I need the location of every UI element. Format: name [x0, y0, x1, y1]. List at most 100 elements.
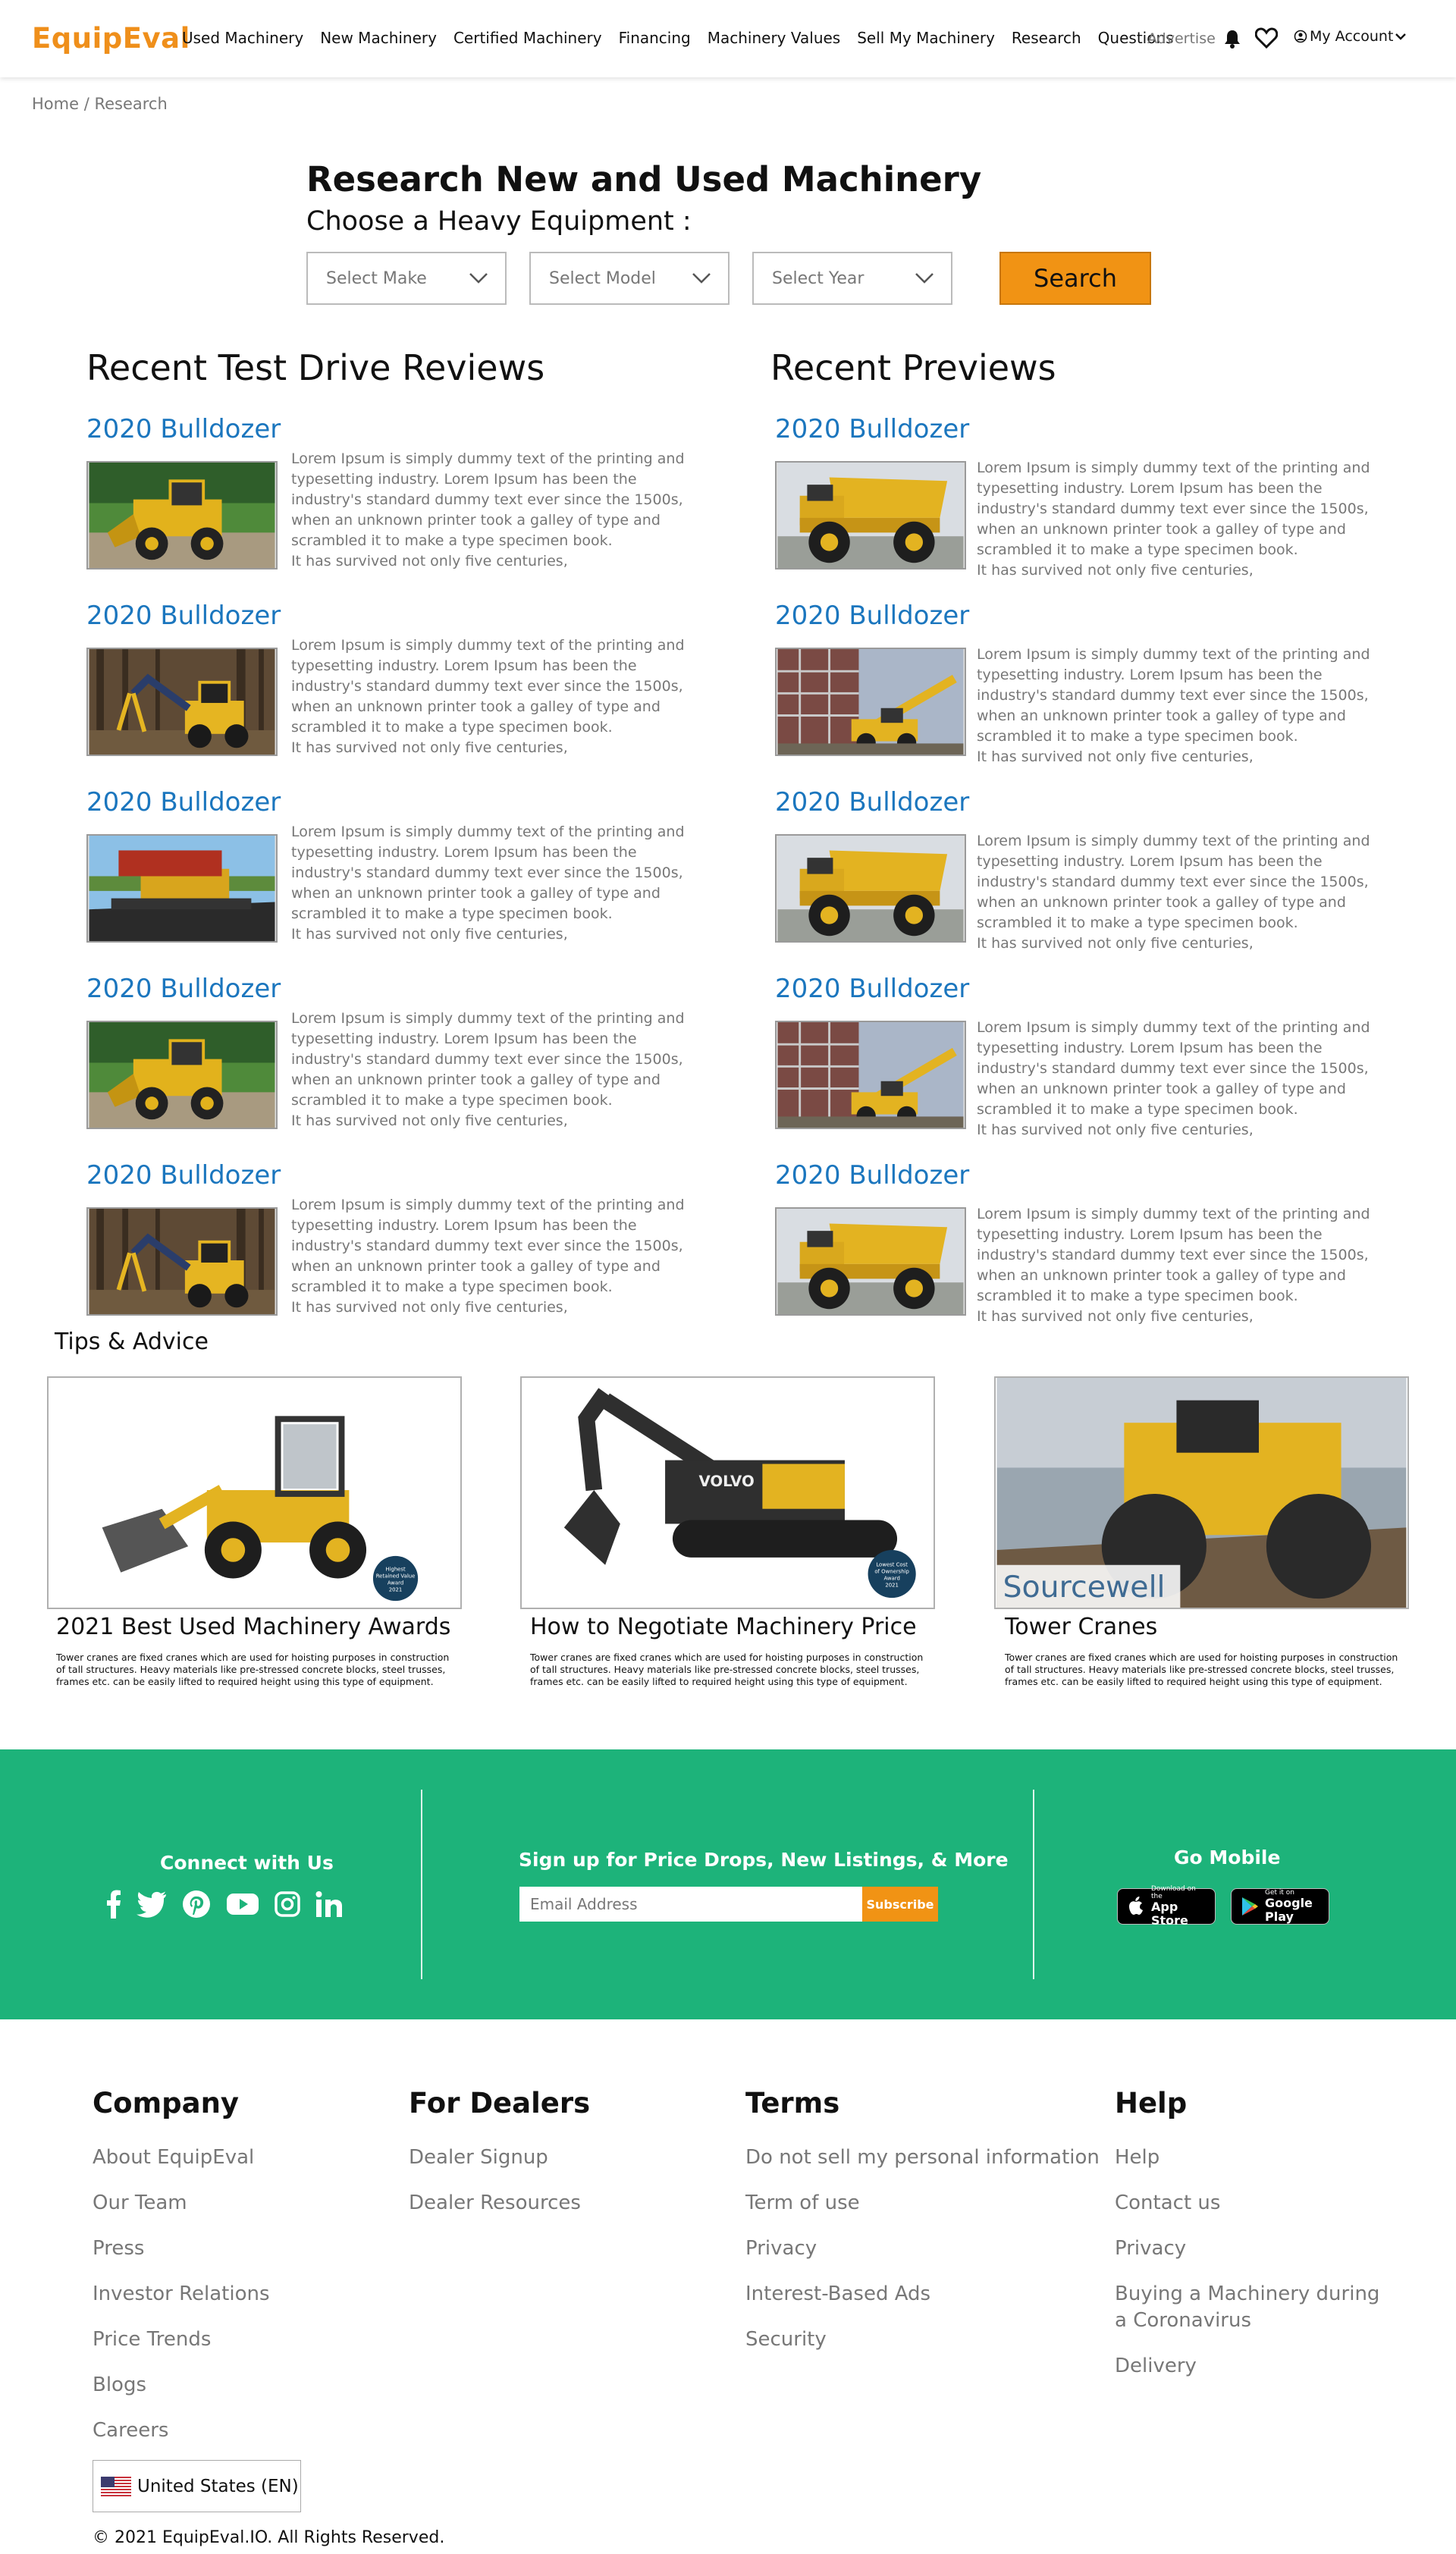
footer-link-press[interactable]: Press: [93, 2237, 144, 2260]
search-button[interactable]: Search: [999, 252, 1151, 305]
review-item-thumbnail[interactable]: [86, 648, 278, 756]
email-field[interactable]: [519, 1887, 862, 1922]
review-item-thumbnail[interactable]: [775, 1021, 966, 1129]
tip-card-title[interactable]: 2021 Best Used Machinery Awards: [56, 1614, 450, 1640]
connect-title: Connect with Us: [160, 1852, 334, 1874]
review-item-title[interactable]: 2020 Bulldozer: [775, 601, 969, 631]
review-item-description: Lorem Ipsum is simply dummy text of the …: [291, 450, 685, 569]
review-item-description: Lorem Ipsum is simply dummy text of the …: [977, 646, 1370, 765]
review-item-title[interactable]: 2020 Bulldozer: [86, 601, 281, 631]
nav-used-machinery[interactable]: Used Machinery: [182, 29, 303, 47]
svg-text:2021: 2021: [389, 1586, 403, 1592]
footer-link-interest-based-ads[interactable]: Interest-Based Ads: [745, 2283, 930, 2305]
footer-link-blogs[interactable]: Blogs: [93, 2374, 146, 2396]
review-item-description: Lorem Ipsum is simply dummy text of the …: [977, 1206, 1370, 1325]
review-item-title[interactable]: 2020 Bulldozer: [775, 787, 969, 817]
tip-card-title[interactable]: How to Negotiate Machinery Price: [530, 1614, 917, 1640]
footer-link-about[interactable]: About EquipEval: [93, 2146, 254, 2169]
chevron-down-icon: [692, 273, 711, 284]
social-links: [106, 1890, 343, 1919]
footer-link-help-privacy[interactable]: Privacy: [1115, 2237, 1186, 2260]
select-model-label: Select Model: [549, 268, 656, 288]
review-item-thumbnail[interactable]: [86, 1207, 278, 1316]
tip-card-image[interactable]: VOLVO Lowest Cost of Ownership Award 202…: [520, 1376, 935, 1609]
footer-link-delivery[interactable]: Delivery: [1115, 2355, 1197, 2377]
footer-link-price-trends[interactable]: Price Trends: [93, 2328, 211, 2351]
nav-research[interactable]: Research: [1012, 29, 1081, 47]
select-make-label: Select Make: [326, 268, 427, 288]
footer-link-contact-us[interactable]: Contact us: [1115, 2192, 1220, 2214]
svg-text:VOLVO: VOLVO: [699, 1473, 755, 1490]
footer-link-buying-during-coronavirus[interactable]: Buying a Machinery during: [1115, 2283, 1379, 2305]
twitter-icon[interactable]: [136, 1890, 167, 1919]
tip-card-image[interactable]: Sourcewell: [994, 1376, 1409, 1609]
review-item-title[interactable]: 2020 Bulldozer: [86, 1160, 281, 1191]
review-item-thumbnail[interactable]: [775, 648, 966, 756]
review-item-title[interactable]: 2020 Bulldozer: [775, 414, 969, 444]
bell-icon[interactable]: [1223, 29, 1241, 49]
footer-link-careers[interactable]: Careers: [93, 2419, 168, 2442]
page-title: Research New and Used Machinery: [306, 159, 982, 199]
google-play-label: Google Play: [1265, 1896, 1313, 1924]
select-year-label: Select Year: [772, 268, 864, 288]
site-logo[interactable]: EquipEval: [32, 22, 190, 55]
user-icon: [1294, 30, 1307, 43]
facebook-icon[interactable]: [106, 1890, 121, 1919]
chevron-down-icon: [469, 273, 488, 284]
footer-link-buying-during-coronavirus-line2[interactable]: a Coronavirus: [1115, 2309, 1251, 2332]
review-item-title[interactable]: 2020 Bulldozer: [86, 414, 281, 444]
advertise-link[interactable]: Advertise: [1147, 30, 1216, 47]
google-play-button[interactable]: Get it on Google Play: [1231, 1888, 1329, 1925]
app-store-small-text: Download on the: [1151, 1885, 1196, 1900]
review-item-title[interactable]: 2020 Bulldozer: [775, 1160, 969, 1191]
review-item-thumbnail[interactable]: [775, 461, 966, 569]
google-play-icon: [1242, 1897, 1258, 1916]
review-item-thumbnail[interactable]: [86, 1021, 278, 1129]
tip-card-description: Tower cranes are fixed cranes which are …: [530, 1652, 924, 1687]
footer-link-investor-relations[interactable]: Investor Relations: [93, 2283, 270, 2305]
breadcrumb-home[interactable]: Home: [32, 95, 79, 113]
review-item-title[interactable]: 2020 Bulldozer: [775, 974, 969, 1004]
tip-card-title[interactable]: Tower Cranes: [1005, 1614, 1157, 1640]
footer-link-security[interactable]: Security: [745, 2328, 827, 2351]
select-year-dropdown[interactable]: Select Year: [752, 252, 952, 305]
nav-new-machinery[interactable]: New Machinery: [320, 29, 437, 47]
footer-link-do-not-sell[interactable]: Do not sell my personal information: [745, 2146, 1100, 2169]
review-item-description: Lorem Ipsum is simply dummy text of the …: [291, 824, 685, 943]
select-model-dropdown[interactable]: Select Model: [529, 252, 730, 305]
tip-card-image[interactable]: Highest Retained Value Award 2021: [47, 1376, 462, 1609]
review-item-title[interactable]: 2020 Bulldozer: [86, 974, 281, 1004]
nav-financing[interactable]: Financing: [619, 29, 691, 47]
heart-icon[interactable]: [1255, 27, 1278, 49]
review-item-thumbnail[interactable]: [86, 461, 278, 569]
review-item-thumbnail[interactable]: [86, 834, 278, 943]
breadcrumb: Home / Research: [32, 95, 168, 113]
select-make-dropdown[interactable]: Select Make: [306, 252, 507, 305]
instagram-icon[interactable]: [275, 1890, 300, 1919]
linkedin-icon[interactable]: [315, 1890, 343, 1919]
footer-link-term-of-use[interactable]: Term of use: [745, 2192, 860, 2214]
newsletter-title: Sign up for Price Drops, New Listings, &…: [519, 1849, 1009, 1871]
footer-link-privacy[interactable]: Privacy: [745, 2237, 817, 2260]
youtube-icon[interactable]: [226, 1890, 259, 1919]
tip-card-description: Tower cranes are fixed cranes which are …: [56, 1652, 450, 1687]
footer-link-help[interactable]: Help: [1115, 2146, 1159, 2169]
app-store-button[interactable]: Download on the App Store: [1117, 1885, 1216, 1928]
footer-terms-title: Terms: [745, 2087, 840, 2119]
footer-link-dealer-resources[interactable]: Dealer Resources: [409, 2192, 581, 2214]
pinterest-icon[interactable]: [182, 1890, 211, 1919]
divider: [421, 1790, 422, 1979]
review-item-title[interactable]: 2020 Bulldozer: [86, 787, 281, 817]
nav-sell-my-machinery[interactable]: Sell My Machinery: [857, 29, 995, 47]
language-selector[interactable]: United States (EN): [93, 2460, 301, 2512]
footer-link-our-team[interactable]: Our Team: [93, 2192, 187, 2214]
footer-link-dealer-signup[interactable]: Dealer Signup: [409, 2146, 548, 2169]
review-item-thumbnail[interactable]: [775, 834, 966, 943]
svg-text:Highest: Highest: [385, 1567, 406, 1573]
review-item-thumbnail[interactable]: [775, 1207, 966, 1316]
my-account-menu[interactable]: My Account: [1294, 28, 1407, 45]
nav-certified-machinery[interactable]: Certified Machinery: [453, 29, 602, 47]
svg-text:Sourcewell: Sourcewell: [1003, 1570, 1165, 1605]
subscribe-button[interactable]: Subscribe: [862, 1887, 938, 1922]
nav-machinery-values[interactable]: Machinery Values: [708, 29, 840, 47]
